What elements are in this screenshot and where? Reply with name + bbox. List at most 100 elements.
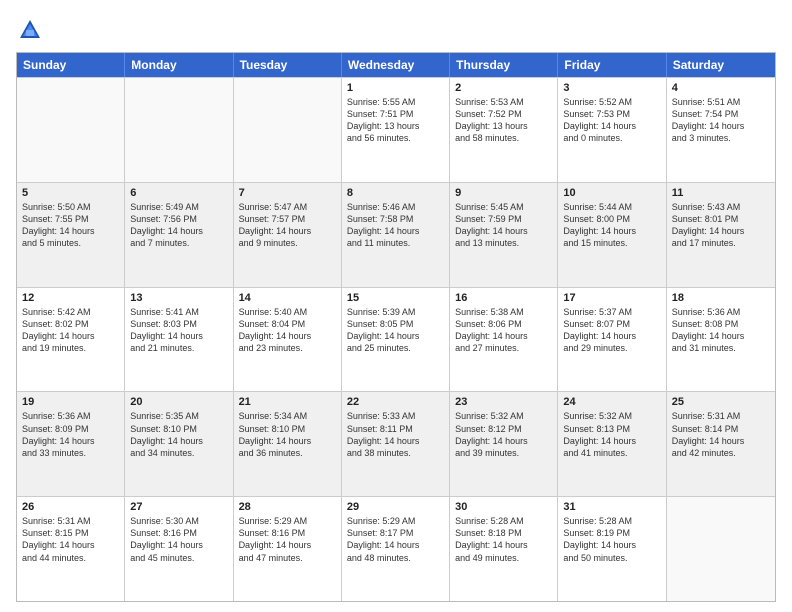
cal-cell: 4 Sunrise: 5:51 AMSunset: 7:54 PMDaylight… bbox=[667, 78, 775, 182]
day-info: Sunrise: 5:55 AMSunset: 7:51 PMDaylight:… bbox=[347, 96, 444, 145]
cal-cell: 14 Sunrise: 5:40 AMSunset: 8:04 PMDayligh… bbox=[234, 288, 342, 392]
day-number: 1 bbox=[347, 82, 444, 94]
day-info: Sunrise: 5:34 AMSunset: 8:10 PMDaylight:… bbox=[239, 410, 336, 459]
calendar-row-0: 1 Sunrise: 5:55 AMSunset: 7:51 PMDaylight… bbox=[17, 77, 775, 182]
cal-cell: 11 Sunrise: 5:43 AMSunset: 8:01 PMDayligh… bbox=[667, 183, 775, 287]
calendar-row-3: 19 Sunrise: 5:36 AMSunset: 8:09 PMDayligh… bbox=[17, 391, 775, 496]
day-number: 14 bbox=[239, 292, 336, 304]
header-day-tuesday: Tuesday bbox=[234, 53, 342, 77]
cal-cell: 6 Sunrise: 5:49 AMSunset: 7:56 PMDaylight… bbox=[125, 183, 233, 287]
day-info: Sunrise: 5:50 AMSunset: 7:55 PMDaylight:… bbox=[22, 201, 119, 250]
day-number: 10 bbox=[563, 187, 660, 199]
day-number: 4 bbox=[672, 82, 770, 94]
day-number: 2 bbox=[455, 82, 552, 94]
day-number: 27 bbox=[130, 501, 227, 513]
day-info: Sunrise: 5:40 AMSunset: 8:04 PMDaylight:… bbox=[239, 306, 336, 355]
header-day-wednesday: Wednesday bbox=[342, 53, 450, 77]
page: SundayMondayTuesdayWednesdayThursdayFrid… bbox=[0, 0, 792, 612]
day-number: 23 bbox=[455, 396, 552, 408]
day-number: 25 bbox=[672, 396, 770, 408]
calendar-header: SundayMondayTuesdayWednesdayThursdayFrid… bbox=[17, 53, 775, 77]
day-number: 13 bbox=[130, 292, 227, 304]
cal-cell: 28 Sunrise: 5:29 AMSunset: 8:16 PMDayligh… bbox=[234, 497, 342, 601]
day-number: 7 bbox=[239, 187, 336, 199]
day-number: 26 bbox=[22, 501, 119, 513]
cal-cell: 30Sunrise: 5:28 AMSunset: 8:18 PMDayligh… bbox=[450, 497, 558, 601]
cal-cell: 24 Sunrise: 5:32 AMSunset: 8:13 PMDayligh… bbox=[558, 392, 666, 496]
calendar: SundayMondayTuesdayWednesdayThursdayFrid… bbox=[16, 52, 776, 602]
day-info: Sunrise: 5:29 AMSunset: 8:16 PMDaylight:… bbox=[239, 515, 336, 564]
day-number: 6 bbox=[130, 187, 227, 199]
calendar-body: 1 Sunrise: 5:55 AMSunset: 7:51 PMDaylight… bbox=[17, 77, 775, 601]
calendar-row-2: 12 Sunrise: 5:42 AMSunset: 8:02 PMDayligh… bbox=[17, 287, 775, 392]
day-number: 3 bbox=[563, 82, 660, 94]
header bbox=[16, 16, 776, 44]
day-info: Sunrise: 5:39 AMSunset: 8:05 PMDaylight:… bbox=[347, 306, 444, 355]
header-day-thursday: Thursday bbox=[450, 53, 558, 77]
day-number: 29 bbox=[347, 501, 444, 513]
day-info: Sunrise: 5:37 AMSunset: 8:07 PMDaylight:… bbox=[563, 306, 660, 355]
day-number: 15 bbox=[347, 292, 444, 304]
day-number: 30 bbox=[455, 501, 552, 513]
day-number: 31 bbox=[563, 501, 660, 513]
cal-cell bbox=[234, 78, 342, 182]
cal-cell bbox=[125, 78, 233, 182]
cal-cell bbox=[17, 78, 125, 182]
cal-cell: 16 Sunrise: 5:38 AMSunset: 8:06 PMDayligh… bbox=[450, 288, 558, 392]
day-number: 16 bbox=[455, 292, 552, 304]
day-info: Sunrise: 5:33 AMSunset: 8:11 PMDaylight:… bbox=[347, 410, 444, 459]
calendar-row-4: 26Sunrise: 5:31 AMSunset: 8:15 PMDayligh… bbox=[17, 496, 775, 601]
cal-cell: 27Sunrise: 5:30 AMSunset: 8:16 PMDayligh… bbox=[125, 497, 233, 601]
cal-cell: 13 Sunrise: 5:41 AMSunset: 8:03 PMDayligh… bbox=[125, 288, 233, 392]
day-info: Sunrise: 5:49 AMSunset: 7:56 PMDaylight:… bbox=[130, 201, 227, 250]
day-info: Sunrise: 5:28 AMSunset: 8:19 PMDaylight:… bbox=[563, 515, 660, 564]
day-number: 8 bbox=[347, 187, 444, 199]
day-info: Sunrise: 5:45 AMSunset: 7:59 PMDaylight:… bbox=[455, 201, 552, 250]
day-info: Sunrise: 5:43 AMSunset: 8:01 PMDaylight:… bbox=[672, 201, 770, 250]
cal-cell: 12 Sunrise: 5:42 AMSunset: 8:02 PMDayligh… bbox=[17, 288, 125, 392]
logo bbox=[16, 16, 48, 44]
day-number: 12 bbox=[22, 292, 119, 304]
day-info: Sunrise: 5:38 AMSunset: 8:06 PMDaylight:… bbox=[455, 306, 552, 355]
day-info: Sunrise: 5:51 AMSunset: 7:54 PMDaylight:… bbox=[672, 96, 770, 145]
day-info: Sunrise: 5:35 AMSunset: 8:10 PMDaylight:… bbox=[130, 410, 227, 459]
day-number: 24 bbox=[563, 396, 660, 408]
header-day-monday: Monday bbox=[125, 53, 233, 77]
day-info: Sunrise: 5:32 AMSunset: 8:12 PMDaylight:… bbox=[455, 410, 552, 459]
cal-cell: 22 Sunrise: 5:33 AMSunset: 8:11 PMDayligh… bbox=[342, 392, 450, 496]
day-number: 19 bbox=[22, 396, 119, 408]
cal-cell: 21 Sunrise: 5:34 AMSunset: 8:10 PMDayligh… bbox=[234, 392, 342, 496]
day-number: 5 bbox=[22, 187, 119, 199]
day-number: 11 bbox=[672, 187, 770, 199]
cal-cell: 7 Sunrise: 5:47 AMSunset: 7:57 PMDaylight… bbox=[234, 183, 342, 287]
day-info: Sunrise: 5:47 AMSunset: 7:57 PMDaylight:… bbox=[239, 201, 336, 250]
header-day-friday: Friday bbox=[558, 53, 666, 77]
day-info: Sunrise: 5:42 AMSunset: 8:02 PMDaylight:… bbox=[22, 306, 119, 355]
day-info: Sunrise: 5:53 AMSunset: 7:52 PMDaylight:… bbox=[455, 96, 552, 145]
day-info: Sunrise: 5:32 AMSunset: 8:13 PMDaylight:… bbox=[563, 410, 660, 459]
day-info: Sunrise: 5:36 AMSunset: 8:09 PMDaylight:… bbox=[22, 410, 119, 459]
day-info: Sunrise: 5:36 AMSunset: 8:08 PMDaylight:… bbox=[672, 306, 770, 355]
cal-cell: 5 Sunrise: 5:50 AMSunset: 7:55 PMDaylight… bbox=[17, 183, 125, 287]
day-number: 22 bbox=[347, 396, 444, 408]
cal-cell bbox=[667, 497, 775, 601]
cal-cell: 9Sunrise: 5:45 AMSunset: 7:59 PMDaylight… bbox=[450, 183, 558, 287]
cal-cell: 18Sunrise: 5:36 AMSunset: 8:08 PMDayligh… bbox=[667, 288, 775, 392]
day-info: Sunrise: 5:46 AMSunset: 7:58 PMDaylight:… bbox=[347, 201, 444, 250]
cal-cell: 17 Sunrise: 5:37 AMSunset: 8:07 PMDayligh… bbox=[558, 288, 666, 392]
cal-cell: 10 Sunrise: 5:44 AMSunset: 8:00 PMDayligh… bbox=[558, 183, 666, 287]
cal-cell: 25 Sunrise: 5:31 AMSunset: 8:14 PMDayligh… bbox=[667, 392, 775, 496]
day-number: 28 bbox=[239, 501, 336, 513]
day-info: Sunrise: 5:31 AMSunset: 8:14 PMDaylight:… bbox=[672, 410, 770, 459]
cal-cell: 19 Sunrise: 5:36 AMSunset: 8:09 PMDayligh… bbox=[17, 392, 125, 496]
cal-cell: 31 Sunrise: 5:28 AMSunset: 8:19 PMDayligh… bbox=[558, 497, 666, 601]
day-number: 20 bbox=[130, 396, 227, 408]
day-info: Sunrise: 5:41 AMSunset: 8:03 PMDaylight:… bbox=[130, 306, 227, 355]
cal-cell: 26Sunrise: 5:31 AMSunset: 8:15 PMDayligh… bbox=[17, 497, 125, 601]
day-info: Sunrise: 5:44 AMSunset: 8:00 PMDaylight:… bbox=[563, 201, 660, 250]
cal-cell: 1 Sunrise: 5:55 AMSunset: 7:51 PMDaylight… bbox=[342, 78, 450, 182]
cal-cell: 23 Sunrise: 5:32 AMSunset: 8:12 PMDayligh… bbox=[450, 392, 558, 496]
day-number: 17 bbox=[563, 292, 660, 304]
day-number: 21 bbox=[239, 396, 336, 408]
header-day-sunday: Sunday bbox=[17, 53, 125, 77]
